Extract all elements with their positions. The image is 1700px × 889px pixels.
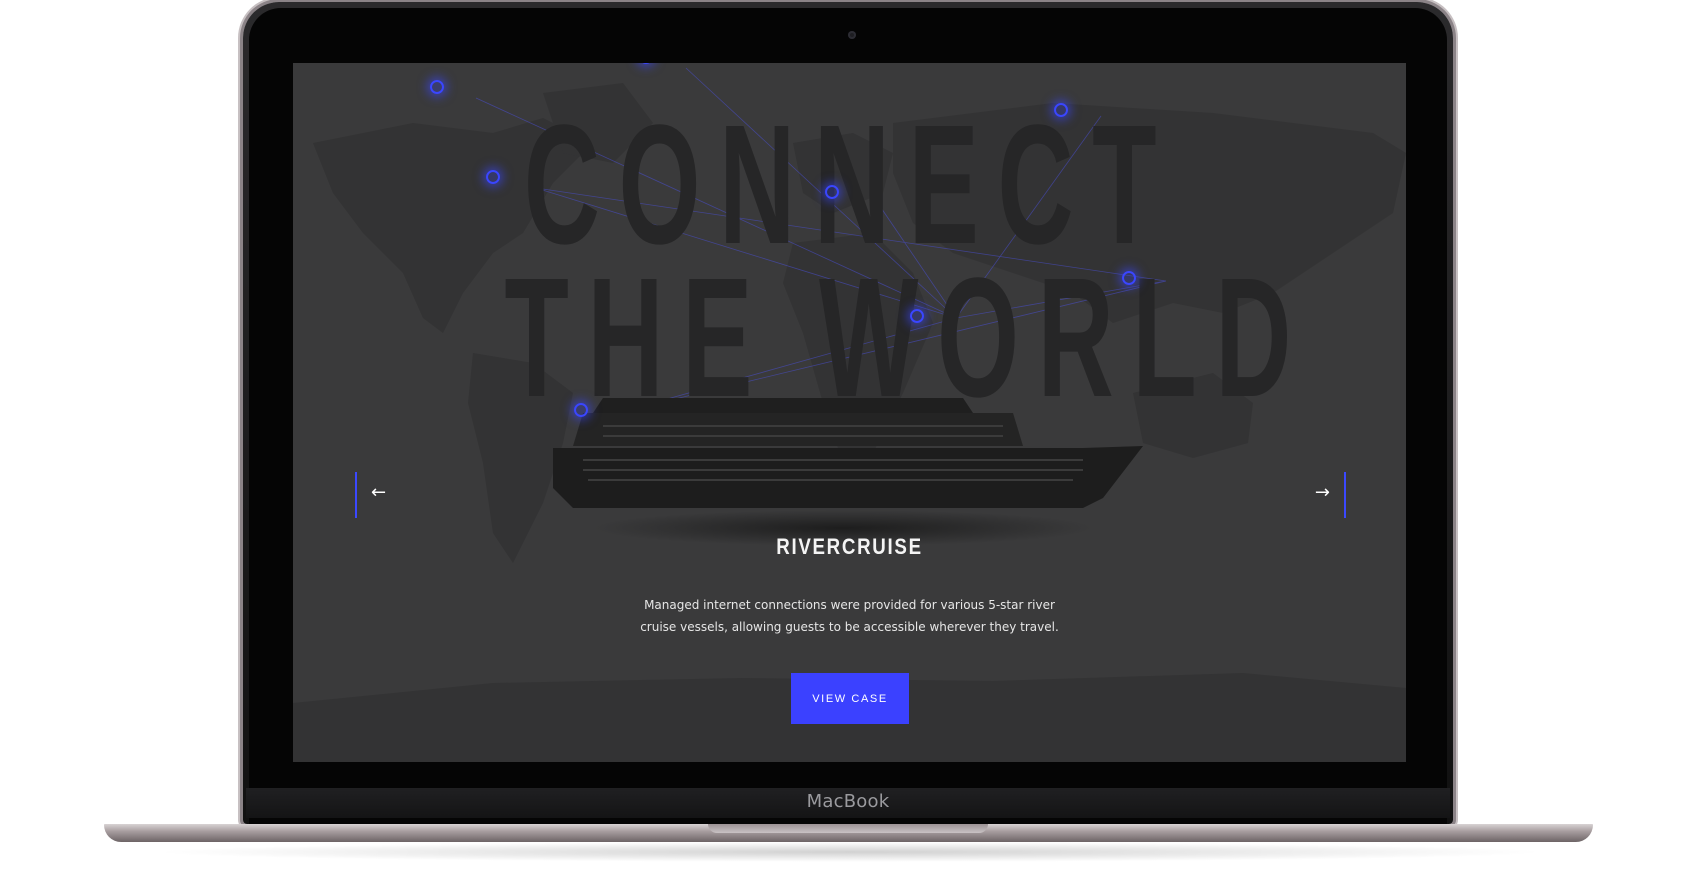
- map-node: [430, 80, 444, 94]
- case-description: Managed internet connections were provid…: [640, 598, 1059, 634]
- website-screen: CONNECT THE WORLD ← → RIVERCRUISE Manage…: [293, 63, 1406, 762]
- map-node: [574, 403, 588, 417]
- map-node: [825, 185, 839, 199]
- arrow-right-icon: →: [1314, 482, 1330, 503]
- map-node: [1122, 271, 1136, 285]
- laptop-shadow: [150, 842, 1550, 862]
- arrow-left-icon: ←: [371, 482, 387, 503]
- camera-icon: [848, 31, 856, 39]
- brand-label: MacBook: [806, 791, 890, 812]
- case-title: RIVERCRUISE: [776, 534, 923, 559]
- map-node: [486, 170, 500, 184]
- map-node: [910, 309, 924, 323]
- map-node: [1054, 103, 1068, 117]
- next-slide-button[interactable]: →: [1304, 472, 1346, 518]
- prev-slide-button[interactable]: ←: [355, 472, 397, 518]
- laptop-hinge-notch: [708, 824, 988, 833]
- cruise-ship-image: [553, 398, 1143, 546]
- view-case-button[interactable]: VIEW CASE: [791, 673, 909, 724]
